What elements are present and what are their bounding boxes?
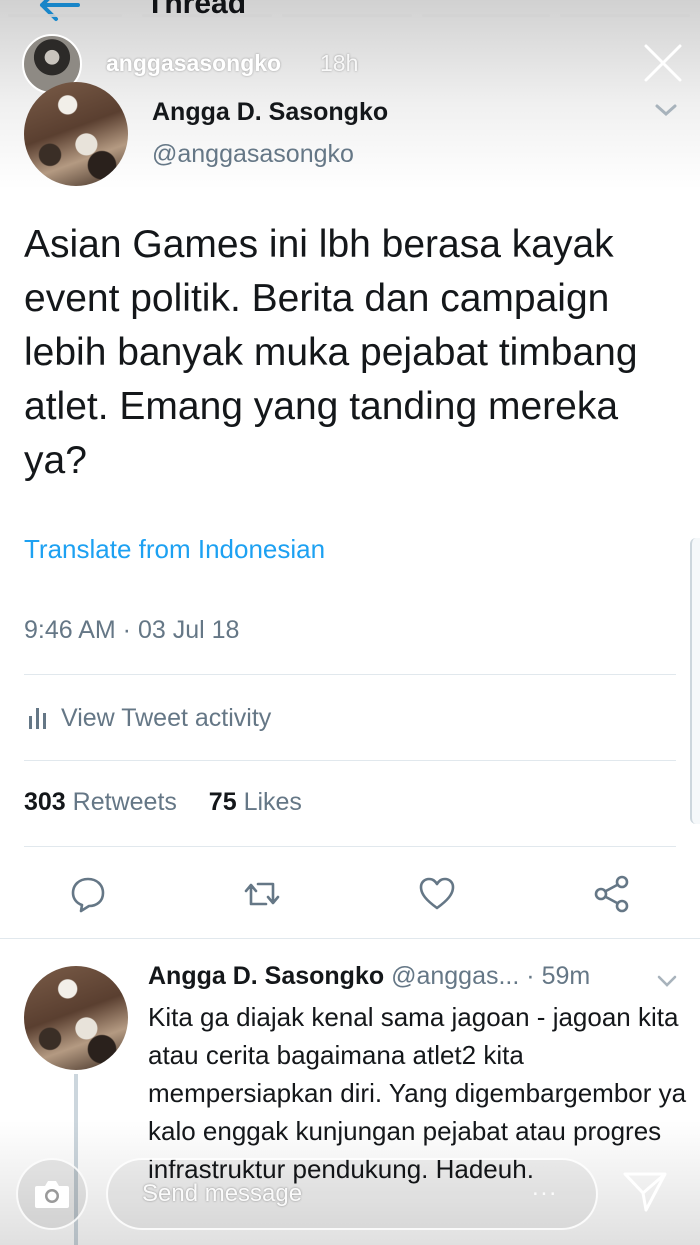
tweet-text: Asian Games ini lbh berasa kayak event p… <box>24 223 638 482</box>
reply-time: · 59m <box>526 962 591 990</box>
camera-icon <box>35 1181 69 1208</box>
avatar[interactable] <box>24 966 128 1070</box>
likes-label[interactable]: Likes <box>244 788 302 816</box>
activity-label: View Tweet activity <box>61 704 272 732</box>
divider <box>24 760 676 761</box>
story-progress-segment <box>282 14 412 17</box>
avatar[interactable] <box>24 82 128 186</box>
more-icon[interactable]: ... <box>532 1174 558 1202</box>
story-username[interactable]: anggasasongko <box>106 50 281 77</box>
back-arrow-icon[interactable] <box>38 0 80 22</box>
share-icon[interactable] <box>592 874 632 914</box>
divider <box>24 846 676 847</box>
send-icon[interactable] <box>622 1168 668 1214</box>
close-icon[interactable] <box>640 40 686 86</box>
divider <box>0 938 700 939</box>
translate-link[interactable]: Translate from Indonesian <box>24 534 325 565</box>
like-icon[interactable] <box>417 874 457 914</box>
story-progress-segment <box>422 14 550 17</box>
reply-author-handle[interactable]: @anggas... <box>391 962 519 990</box>
story-progress-segment <box>560 14 690 17</box>
page-title: Thread <box>146 0 247 20</box>
tweet-timestamp: 9:46 AM · 03 Jul 18 <box>24 616 240 644</box>
reply-header: Angga D. Sasongko @anggas... · 59m <box>148 962 590 991</box>
message-placeholder: Send message <box>142 1180 303 1207</box>
retweet-icon[interactable] <box>242 874 282 914</box>
chevron-down-icon[interactable] <box>654 102 678 118</box>
scrollbar[interactable] <box>690 538 700 824</box>
author-handle[interactable]: @anggasasongko <box>152 140 354 169</box>
likes-count[interactable]: 75 <box>209 788 237 816</box>
chevron-down-icon[interactable] <box>656 974 678 988</box>
reply-icon[interactable] <box>68 874 108 914</box>
retweets-count[interactable]: 303 <box>24 788 66 816</box>
story-progress-segment <box>8 14 122 17</box>
story-age: 18h <box>320 50 359 76</box>
tweet-stats: 303 Retweets 75 Likes <box>24 788 302 817</box>
author-name[interactable]: Angga D. Sasongko <box>152 98 388 127</box>
story-progress-bars <box>0 14 700 18</box>
reply-author-name[interactable]: Angga D. Sasongko <box>148 962 384 990</box>
camera-button[interactable] <box>16 1158 88 1230</box>
divider <box>24 674 676 675</box>
send-message-input[interactable]: Send message ... <box>106 1158 598 1230</box>
story-progress-segment <box>142 14 272 17</box>
bar-chart-icon <box>29 708 46 729</box>
retweets-label[interactable]: Retweets <box>73 788 177 816</box>
